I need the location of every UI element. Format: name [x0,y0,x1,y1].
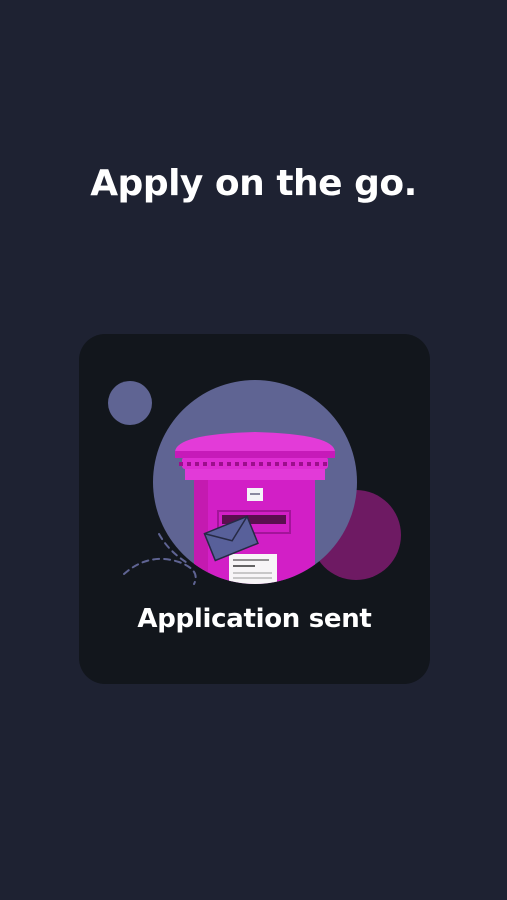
postbox-illustration [108,380,401,585]
feature-card: Application sent [79,334,430,684]
card-caption: Application sent [137,604,372,634]
postbox [175,432,335,584]
decorative-circle-small [108,381,152,425]
page-headline: Apply on the go. [90,163,417,204]
